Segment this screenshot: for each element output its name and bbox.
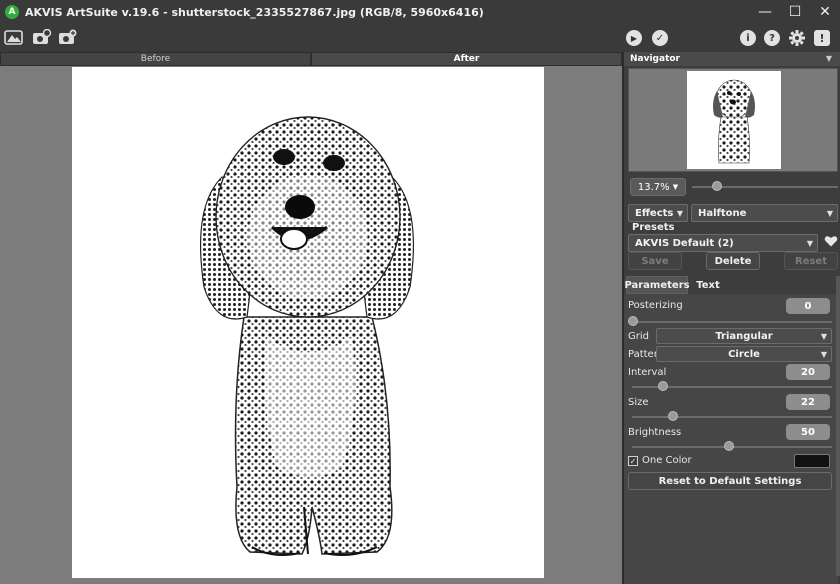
chevron-down-icon: ▼: [676, 209, 683, 218]
save-preset-button[interactable]: Save: [628, 252, 682, 270]
navigator-preview[interactable]: [628, 68, 838, 172]
app-logo-icon: A: [5, 5, 19, 19]
grid-dropdown[interactable]: Triangular ▼: [656, 328, 832, 344]
canvas-area: Before After: [0, 52, 622, 584]
collapse-icon[interactable]: ▼: [826, 54, 832, 63]
side-panel-scrollbar[interactable]: [836, 276, 840, 576]
tab-parameters[interactable]: Parameters: [624, 276, 690, 294]
notification-icon[interactable]: !: [812, 28, 832, 48]
image-canvas[interactable]: [72, 67, 544, 578]
size-slider-track[interactable]: [632, 416, 832, 418]
brightness-label: Brightness: [628, 427, 682, 438]
brightness-slider-knob[interactable]: [724, 441, 734, 451]
chevron-down-icon: ▼: [672, 183, 679, 191]
delete-preset-button[interactable]: Delete: [706, 252, 760, 270]
run-button[interactable]: ▶: [624, 28, 644, 48]
window-title: AKVIS ArtSuite v.19.6 - shutterstock_233…: [25, 5, 484, 19]
dog-halftone-image: [199, 116, 415, 556]
pattern-dropdown[interactable]: Circle ▼: [656, 346, 832, 362]
side-panel: Navigator ▼ 13.7% ▼ Effects ▼ Halftone ▼…: [622, 52, 840, 584]
brightness-value[interactable]: 50: [786, 424, 830, 440]
parameters-panel: Posterizing 0 Grid Triangular ▼ Pattern …: [624, 294, 838, 584]
chevron-down-icon: ▼: [820, 350, 827, 359]
open-image-icon[interactable]: [4, 28, 24, 48]
reset-default-settings-button[interactable]: Reset to Default Settings: [628, 472, 832, 490]
close-button[interactable]: ✕: [810, 0, 840, 24]
interval-slider-knob[interactable]: [658, 381, 668, 391]
pattern-value: Circle: [728, 348, 760, 360]
size-slider-knob[interactable]: [668, 411, 678, 421]
posterizing-value[interactable]: 0: [786, 298, 830, 314]
gear-icon[interactable]: [787, 28, 807, 48]
effects-label: Effects: [635, 207, 674, 219]
posterizing-slider-knob[interactable]: [628, 316, 638, 326]
presets-dropdown[interactable]: AKVIS Default (2) ▼: [628, 234, 818, 252]
size-label: Size: [628, 397, 649, 408]
tab-before[interactable]: Before: [0, 52, 311, 66]
one-color-swatch[interactable]: [794, 454, 830, 468]
zoom-slider-knob[interactable]: [712, 181, 722, 191]
effects-dropdown[interactable]: Effects ▼: [628, 204, 688, 222]
navigator-thumbnail: [687, 71, 781, 169]
apply-button[interactable]: ✓: [650, 28, 670, 48]
tab-after[interactable]: After: [311, 52, 622, 66]
preset-selected: AKVIS Default (2): [635, 237, 734, 249]
navigator-title: Navigator: [630, 54, 680, 64]
navigator-header[interactable]: Navigator ▼: [624, 52, 840, 66]
presets-label: Presets: [632, 222, 675, 233]
info-button[interactable]: i: [738, 28, 758, 48]
grid-label: Grid: [628, 331, 649, 342]
effect-type-dropdown[interactable]: Halftone ▼: [691, 204, 838, 222]
grid-value: Triangular: [715, 330, 773, 342]
maximize-button[interactable]: ☐: [780, 0, 810, 24]
zoom-dropdown[interactable]: 13.7% ▼: [630, 178, 686, 196]
toolbar: ▶ ✓ i ? !: [0, 24, 840, 52]
one-color-checkbox[interactable]: ✓: [628, 456, 638, 466]
zoom-value: 13.7%: [637, 181, 670, 193]
batch-icon[interactable]: [58, 28, 78, 48]
interval-label: Interval: [628, 367, 667, 378]
title-bar: A AKVIS ArtSuite v.19.6 - shutterstock_2…: [0, 0, 840, 24]
chevron-down-icon: ▼: [806, 239, 813, 248]
effect-type-label: Halftone: [698, 207, 747, 219]
save-image-icon[interactable]: [32, 28, 52, 48]
one-color-label: One Color: [642, 455, 692, 466]
minimize-button[interactable]: —: [750, 0, 780, 24]
posterizing-label: Posterizing: [628, 300, 683, 311]
interval-value[interactable]: 20: [786, 364, 830, 380]
reset-preset-button[interactable]: Reset: [784, 252, 838, 270]
size-value[interactable]: 22: [786, 394, 830, 410]
chevron-down-icon: ▼: [826, 209, 833, 218]
posterizing-slider-track[interactable]: [632, 321, 832, 323]
help-button[interactable]: ?: [762, 28, 782, 48]
favorite-heart-icon[interactable]: [824, 234, 838, 248]
chevron-down-icon: ▼: [820, 332, 827, 341]
tab-text[interactable]: Text: [690, 276, 726, 294]
